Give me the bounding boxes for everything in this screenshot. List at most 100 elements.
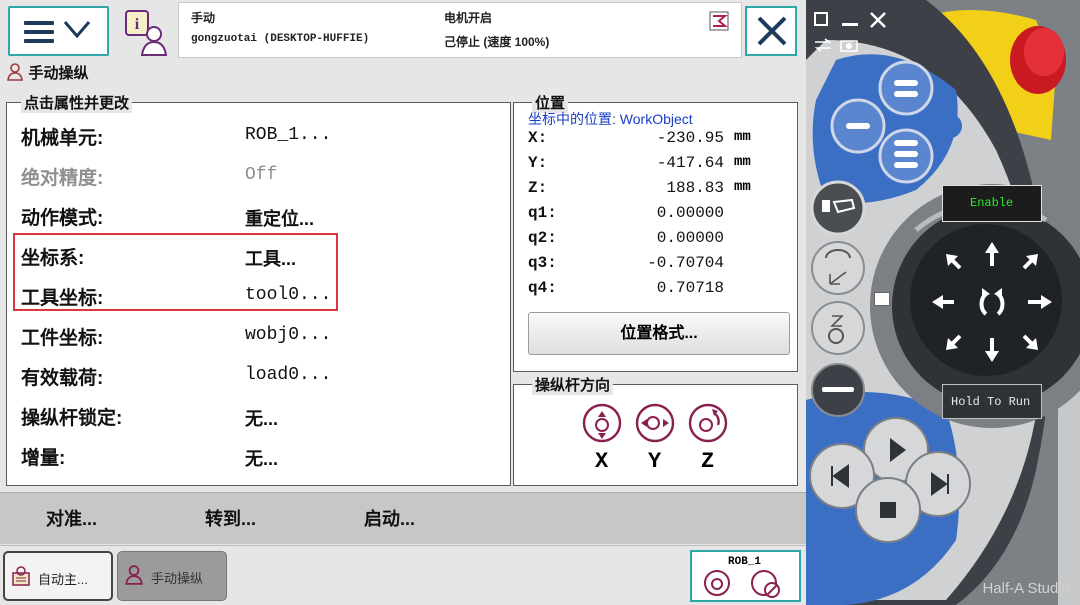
property-label: 机械单元: [21,128,104,149]
properties-group: 点击属性并更改 机械单元: ROB_1... 绝对精度: Off 动作模式: 重… [6,92,511,486]
teach-pendant-device: Enable Hold To Run Half-A Studio [806,0,1080,605]
position-row-q4: q4: 0.70718 [514,279,797,304]
camera-icon[interactable] [840,38,858,52]
joystick-rotate-icon [688,403,728,443]
position-value: 188.83 [666,179,724,197]
svg-text:i: i [135,16,140,33]
position-row-q3: q3: -0.70704 [514,254,797,279]
property-value: 无... [245,449,279,469]
position-format-button[interactable]: 位置格式... [528,312,790,355]
joystick-left-right-icon [635,403,675,443]
position-value: 0.70718 [656,279,724,297]
speed-flag-icon [709,11,729,31]
joystick-axis-label: X [595,449,609,474]
joystick-arrows[interactable] [930,238,1054,366]
close-window-icon[interactable] [868,10,888,30]
programmable-keys [830,60,962,184]
align-button[interactable]: 对准... [46,505,97,531]
position-value: -417.64 [656,154,724,172]
swap-icon[interactable] [814,38,832,52]
highlight-box [13,233,338,311]
goto-button[interactable]: 转到... [205,505,256,531]
chevron-down-icon [63,21,91,39]
properties-legend: 点击属性并更改 [21,92,133,113]
robot-status-indicator[interactable]: ROB_1 [690,550,801,602]
page-title-text: 手动操纵 [28,65,89,82]
main-menu-button[interactable] [8,6,109,56]
joystick-legend: 操纵杆方向 [532,374,614,395]
property-label: 绝对精度: [21,168,104,189]
program-state: 己停止 (速度 100%) [444,35,550,49]
restore-window-icon[interactable] [814,12,828,26]
property-label: 动作模式: [21,208,104,229]
enable-label: Enable [970,196,1014,210]
minimize-window-icon[interactable] [842,12,858,26]
taskbar-jog-tab[interactable]: 手动操纵 [117,551,227,601]
position-unit: mm [734,129,751,145]
property-label: 工件坐标: [21,328,104,349]
property-value: load0... [245,365,332,385]
jog-icon [704,570,730,596]
property-label: 增量: [21,448,66,469]
production-window-icon [12,566,30,586]
property-row-motion-mode[interactable]: 动作模式: 重定位... [7,197,510,237]
taskbar-auto-label: 自动主... [38,572,88,587]
hold-to-run-label: Hold To Run [951,395,1031,409]
hamburger-icon [24,21,54,43]
close-button[interactable] [745,6,797,56]
joystick-axis-label: Y [648,449,662,474]
position-row-x: X: -230.95 mm [514,129,797,154]
position-row-q1: q1: 0.00000 [514,204,797,229]
activate-button[interactable]: 启动... [364,505,415,531]
property-row-increment[interactable]: 增量: 无... [7,437,510,477]
mode-keys [810,180,866,417]
program-playback-keys[interactable] [808,412,978,602]
property-value: wobj0... [245,325,332,345]
property-row-joystick-lock[interactable]: 操纵杆锁定: 无... [7,397,510,437]
joystick-up-down-icon [582,403,622,443]
property-value: ROB_1... [245,125,332,145]
usb-port-icon [874,292,890,306]
robot-name: ROB_1 [728,556,762,568]
joystick-direction-group: 操纵杆方向 X Y Z [513,374,798,486]
stop-icon [880,502,896,518]
position-value: 0.00000 [656,204,724,222]
event-log-icon[interactable]: i [122,8,172,58]
position-value: -0.70704 [647,254,724,272]
station-name: gongzuotai (DESKTOP-HUFFIE) [191,33,370,45]
position-group: 位置 坐标中的位置: WorkObject X: -230.95 mm Y: -… [513,92,798,372]
property-value: 重定位... [245,209,315,229]
page-title: 手动操纵 [6,62,88,84]
property-row-absolute-accuracy: 绝对精度: Off [7,157,510,197]
task-bar: 自动主... 手动操纵 ROB_1 [0,545,806,605]
position-unit: mm [734,179,751,195]
position-unit: mm [734,154,751,170]
position-row-z: Z: 188.83 mm [514,179,797,204]
property-row-work-object[interactable]: 工件坐标: wobj0... [7,317,510,357]
property-row-mechanical-unit[interactable]: 机械单元: ROB_1... [7,117,510,157]
property-value: Off [245,165,278,185]
motor-state: 电机开启 [444,11,493,25]
watermark: Half-A Studio [982,580,1070,597]
enable-button[interactable]: Enable [942,185,1042,222]
joystick-axis-label: Z [701,449,715,474]
jogging-person-icon [7,63,23,81]
property-value: 无... [245,409,279,429]
flexpendant-screen: i 手动 gongzuotai (DESKTOP-HUFFIE) 电机开启 己停… [0,0,806,605]
jogging-person-icon [125,565,143,585]
property-label: 有效载荷: [21,368,104,389]
position-row-q2: q2: 0.00000 [514,229,797,254]
position-value: -230.95 [656,129,724,147]
status-bar[interactable]: 手动 gongzuotai (DESKTOP-HUFFIE) 电机开启 己停止 … [178,2,742,58]
taskbar-auto-tab[interactable]: 自动主... [3,551,113,601]
position-row-y: Y: -417.64 mm [514,154,797,179]
taskbar-jog-label: 手动操纵 [151,571,204,586]
action-bar: 对准... 转到... 启动... [0,492,806,544]
position-header: 坐标中的位置: WorkObject [528,111,693,127]
property-label: 操纵杆锁定: [21,408,123,429]
close-icon [757,16,787,46]
operating-mode: 手动 [191,11,216,25]
property-row-payload[interactable]: 有效载荷: load0... [7,357,510,397]
increment-off-icon [751,570,780,598]
position-value: 0.00000 [656,229,724,247]
